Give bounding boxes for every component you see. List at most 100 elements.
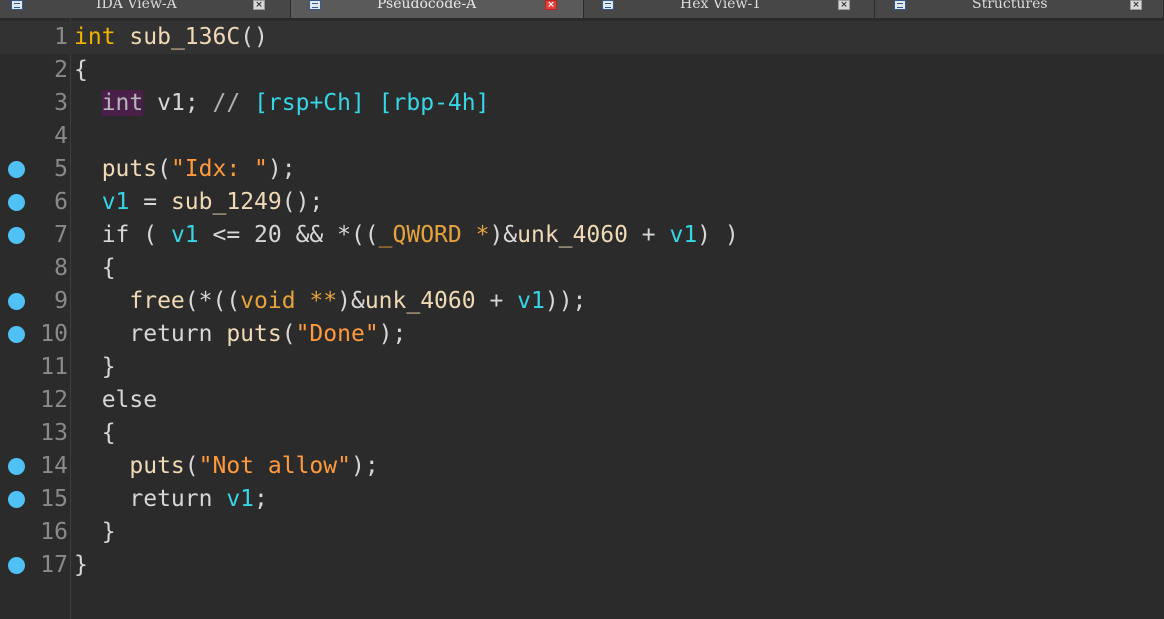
code-text: return puts("Done");: [74, 318, 406, 351]
line-number: 5: [54, 156, 68, 182]
code-token: );: [378, 321, 407, 347]
code-token: //: [212, 90, 255, 116]
code-line[interactable]: 5 puts("Idx: ");: [0, 153, 1164, 186]
code-token: return: [74, 486, 227, 512]
tab-bar: IDA View-A × Pseudocode-A × Hex View-1 ×…: [0, 0, 1164, 18]
tab-label: Hex View-1: [680, 0, 762, 12]
breakpoint-icon[interactable]: [8, 161, 25, 178]
code-token: if (: [74, 222, 171, 248]
line-number: 15: [40, 486, 68, 512]
code-token: );: [267, 156, 296, 182]
code-token: {: [74, 57, 88, 83]
pseudocode-editor[interactable]: 1 int sub_136C() 2{3 int v1; // [rsp+Ch] […: [0, 18, 1164, 619]
line-number: 17: [40, 552, 68, 578]
code-text: free(*((void **)&unk_4060 + v1));: [74, 285, 586, 318]
code-token: free: [129, 288, 185, 314]
tab-structures[interactable]: Structures ×: [875, 0, 1164, 18]
code-line[interactable]: 16 }: [0, 516, 1164, 549]
code-line[interactable]: 8 {: [0, 252, 1164, 285]
structures-icon: [894, 0, 906, 10]
code-text: return v1;: [74, 483, 268, 516]
code-text: }: [74, 516, 116, 549]
code-token: int: [101, 90, 144, 116]
code-line[interactable]: 7 if ( v1 <= 20 && *((_QWORD *)&unk_4060…: [0, 219, 1164, 252]
code-token: v1: [157, 90, 185, 116]
hex-view-icon: [602, 0, 614, 10]
code-line[interactable]: 4: [0, 120, 1164, 153]
code-token: void **: [240, 288, 338, 314]
code-line[interactable]: 6 v1 = sub_1249();: [0, 186, 1164, 219]
line-number: 8: [54, 255, 68, 281]
breakpoint-icon[interactable]: [8, 194, 25, 211]
line-number: 2: [54, 57, 68, 83]
tab-pseudocode[interactable]: Pseudocode-A ×: [291, 0, 584, 18]
code-token: )&: [489, 222, 518, 248]
code-text: {: [74, 54, 88, 87]
line-number: 13: [40, 420, 68, 446]
code-line[interactable]: 11 }: [0, 351, 1164, 384]
code-token: =: [129, 189, 171, 215]
tab-label: IDA View-A: [96, 0, 177, 12]
code-text: puts("Idx: ");: [74, 153, 296, 186]
code-line[interactable]: 2{: [0, 54, 1164, 87]
breakpoint-icon[interactable]: [8, 293, 25, 310]
code-text: puts("Not allow");: [74, 450, 378, 483]
breakpoint-icon[interactable]: [8, 491, 25, 508]
close-icon[interactable]: ×: [838, 0, 850, 10]
code-token: {: [74, 420, 116, 446]
code-line[interactable]: 13 {: [0, 417, 1164, 450]
line-number: 1: [54, 24, 68, 50]
code-token: ;: [254, 486, 268, 512]
code-token: ;: [184, 90, 213, 116]
code-line[interactable]: 14 puts("Not allow");: [0, 450, 1164, 483]
code-token: )&: [337, 288, 365, 314]
code-token: int: [74, 24, 116, 50]
tab-ida-view[interactable]: IDA View-A ×: [0, 0, 291, 18]
tab-hex-view[interactable]: Hex View-1 ×: [584, 0, 875, 18]
code-line[interactable]: 10 return puts("Done");: [0, 318, 1164, 351]
code-text: {: [74, 252, 116, 285]
code-line[interactable]: 1 int sub_136C(): [0, 21, 1164, 54]
breakpoint-icon[interactable]: [8, 227, 25, 244]
code-token: v1: [669, 222, 698, 248]
code-text: int sub_136C(): [74, 21, 268, 54]
line-number: 11: [40, 354, 68, 380]
code-line[interactable]: 9 free(*((void **)&unk_4060 + v1));: [0, 285, 1164, 318]
code-text: if ( v1 <= 20 && *((_QWORD *)&unk_4060 +…: [74, 219, 739, 252]
code-token: "Not allow": [198, 453, 351, 479]
line-number: 9: [54, 288, 68, 314]
code-line[interactable]: 17}: [0, 549, 1164, 582]
close-icon[interactable]: ×: [253, 0, 265, 10]
breakpoint-icon[interactable]: [8, 557, 25, 574]
code-token: v1: [101, 189, 130, 215]
code-line[interactable]: 15 return v1;: [0, 483, 1164, 516]
breakpoint-icon[interactable]: [8, 326, 25, 343]
code-text: else: [74, 384, 157, 417]
code-token: else: [74, 387, 158, 413]
code-token: }: [74, 552, 88, 578]
code-token: v1: [170, 222, 199, 248]
code-token: "Done": [295, 321, 379, 347]
line-number: 7: [54, 222, 68, 248]
code-token: (: [281, 321, 296, 347]
close-icon[interactable]: ×: [1130, 0, 1142, 10]
close-icon[interactable]: ×: [545, 0, 557, 10]
code-line[interactable]: 12 else: [0, 384, 1164, 417]
code-text: int v1; // [rsp+Ch] [rbp-4h]: [74, 87, 489, 120]
code-line[interactable]: 3 int v1; // [rsp+Ch] [rbp-4h]: [0, 87, 1164, 120]
code-token: (: [157, 156, 171, 182]
code-token: ));: [544, 288, 587, 314]
code-token: +: [475, 288, 518, 314]
breakpoint-icon[interactable]: [8, 458, 25, 475]
ida-view-icon: [11, 0, 23, 10]
pseudocode-icon: [309, 0, 321, 10]
code-token: {: [74, 255, 116, 281]
code-token: "Idx: ": [170, 156, 268, 182]
code-token: +: [627, 222, 670, 248]
tab-label: Pseudocode-A: [377, 0, 477, 12]
